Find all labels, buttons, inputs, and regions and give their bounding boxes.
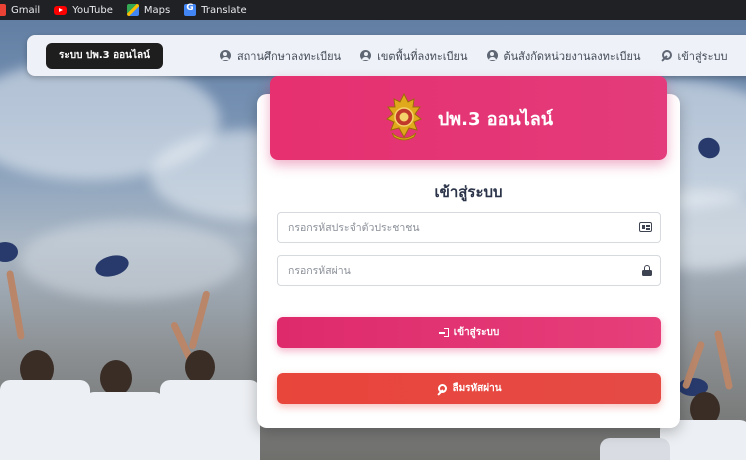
password-input[interactable]	[278, 256, 618, 285]
sign-in-icon	[438, 328, 449, 337]
gmail-icon	[0, 4, 6, 16]
key-icon	[660, 50, 672, 61]
nav-label: สถานศึกษาลงทะเบียน	[236, 49, 342, 63]
user-icon	[486, 50, 498, 61]
user-icon	[219, 50, 231, 61]
brand-button[interactable]: ระบบ ปพ.3 ออนไลน์	[46, 42, 163, 69]
nav-label: เข้าสู่ระบบ	[677, 49, 728, 63]
youtube-icon	[54, 5, 68, 15]
bookmark-translate[interactable]: Translate	[177, 0, 253, 20]
bookmarks-bar: Gmail YouTube Maps Translate	[0, 0, 746, 20]
card-header: ปพ.3 ออนไลน์	[270, 76, 667, 160]
login-button[interactable]: เข้าสู่ระบบ	[277, 317, 661, 348]
nav-school-register[interactable]: สถานศึกษาลงทะเบียน	[219, 47, 342, 65]
nav-links: สถานศึกษาลงทะเบียน เขตพื้นที่ลงทะเบียน ต…	[219, 47, 728, 65]
maps-icon	[126, 4, 139, 16]
forgot-password-button[interactable]: ลืมรหัสผ่าน	[277, 373, 661, 404]
bookmark-label: Gmail	[11, 4, 41, 16]
translate-icon	[184, 3, 197, 16]
nav-agency-register[interactable]: ต้นสังกัดหน่วยงานลงทะเบียน	[486, 47, 641, 65]
forgot-button-label: ลืมรหัสผ่าน	[452, 383, 502, 394]
password-field[interactable]	[277, 255, 661, 286]
nav-label: ต้นสังกัดหน่วยงานลงทะเบียน	[503, 49, 641, 63]
login-button-label: เข้าสู่ระบบ	[453, 327, 500, 338]
bookmark-youtube[interactable]: YouTube	[47, 0, 120, 20]
bookmark-label: YouTube	[72, 4, 113, 16]
id-number-input[interactable]	[278, 213, 618, 242]
key-icon	[436, 383, 448, 394]
header-title: ปพ.3 ออนไลน์	[437, 108, 554, 130]
bookmark-label: Maps	[143, 4, 171, 16]
bookmark-gmail[interactable]: Gmail	[0, 0, 47, 20]
nav-area-register[interactable]: เขตพื้นที่ลงทะเบียน	[360, 47, 468, 65]
user-icon	[360, 50, 372, 61]
bookmark-label: Translate	[201, 4, 247, 16]
id-card-icon	[639, 222, 652, 232]
login-title: เข้าสู่ระบบ	[434, 183, 503, 201]
nav-label: เขตพื้นที่ลงทะเบียน	[377, 49, 468, 63]
bookmark-maps[interactable]: Maps	[120, 0, 177, 20]
nav-login[interactable]: เข้าสู่ระบบ	[660, 47, 728, 65]
school-emblem-logo	[385, 93, 422, 141]
lock-icon	[641, 265, 652, 276]
id-number-field[interactable]	[277, 212, 661, 243]
top-navbar: ระบบ ปพ.3 ออนไลน์ สถานศึกษาลงทะเบียน เขต…	[27, 35, 746, 76]
